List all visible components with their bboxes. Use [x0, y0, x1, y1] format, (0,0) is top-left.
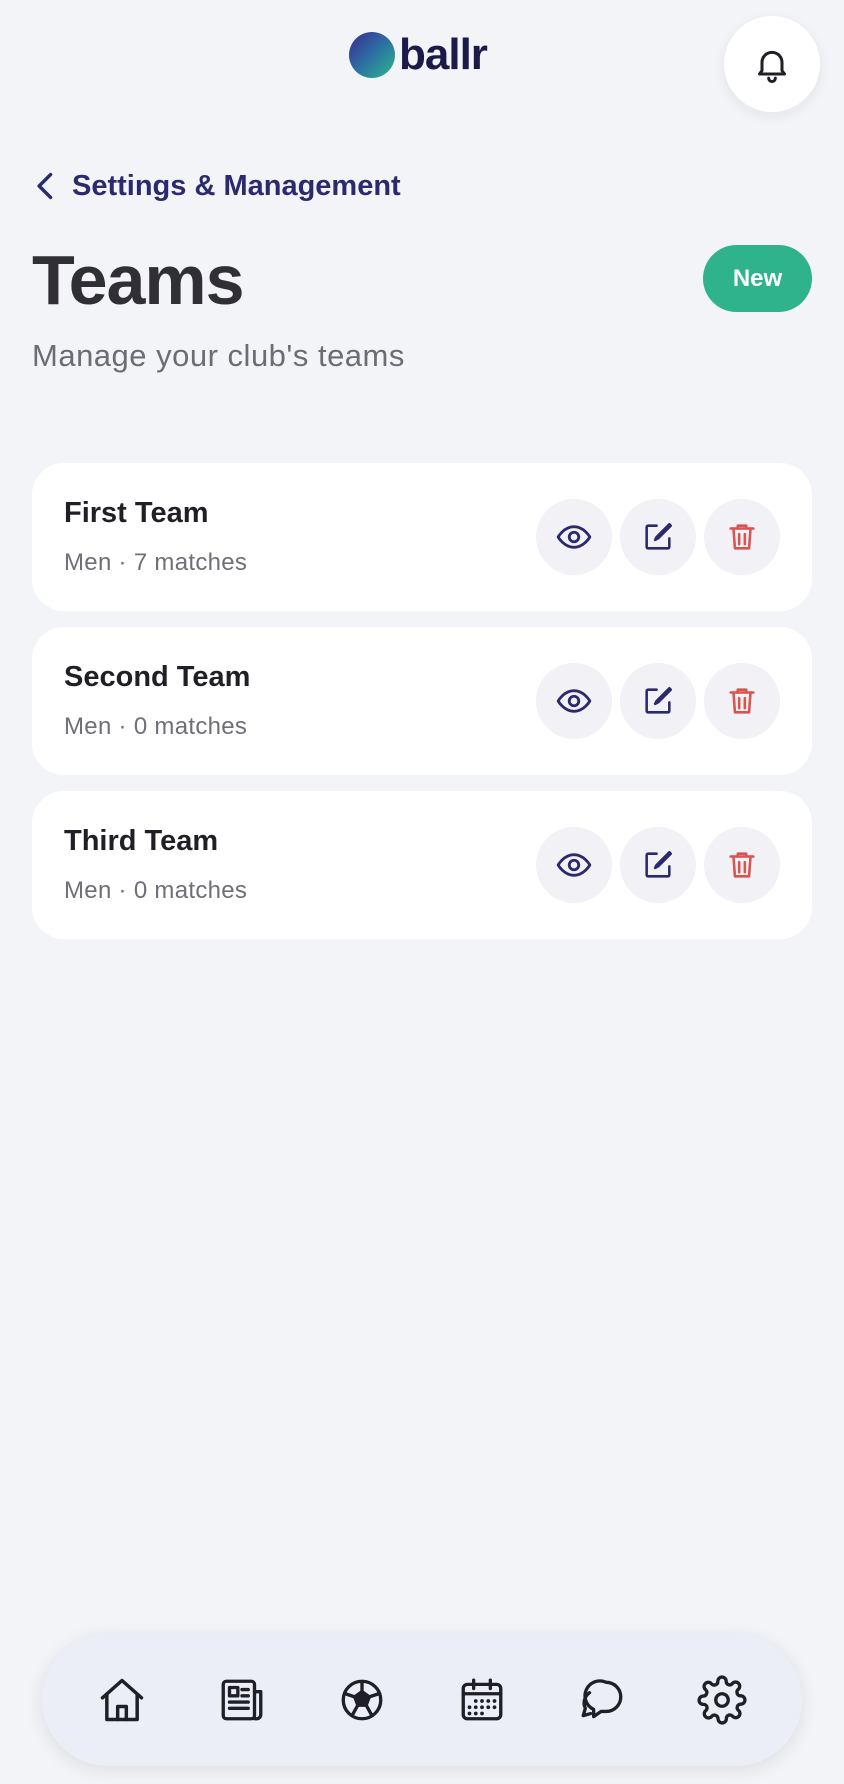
new-team-button[interactable]: New: [703, 245, 812, 312]
view-team-button[interactable]: [536, 499, 612, 575]
team-actions: [536, 499, 780, 575]
page-title: Teams: [32, 241, 245, 319]
nav-settings[interactable]: [684, 1662, 760, 1738]
trash-icon: [729, 524, 755, 550]
gear-icon: [697, 1675, 747, 1725]
team-card[interactable]: Third Team Men · 0 matches: [32, 791, 812, 939]
team-card[interactable]: Second Team Men · 0 matches: [32, 627, 812, 775]
edit-team-button[interactable]: [620, 499, 696, 575]
calendar-icon: [461, 1678, 503, 1721]
home-icon: [100, 1678, 144, 1722]
eye-icon: [556, 689, 592, 713]
football-icon: [341, 1679, 383, 1721]
nav-matches[interactable]: [324, 1662, 400, 1738]
edit-team-button[interactable]: [620, 827, 696, 903]
view-team-button[interactable]: [536, 827, 612, 903]
team-name: Third Team: [64, 825, 219, 857]
edit-icon: [645, 686, 673, 714]
team-meta: Men · 0 matches: [64, 877, 248, 904]
news-icon: [221, 1679, 263, 1721]
team-actions: [536, 827, 780, 903]
back-to-settings-link[interactable]: Settings & Management: [32, 164, 401, 208]
logo-text: ballr: [399, 30, 488, 79]
trash-icon: [729, 852, 755, 878]
notifications-button[interactable]: [724, 16, 820, 112]
edit-icon: [645, 522, 673, 550]
chat-icon: [581, 1679, 623, 1719]
trash-icon: [729, 688, 755, 714]
page-subtitle: Manage your club's teams: [32, 338, 405, 373]
app-logo[interactable]: ballr: [349, 30, 488, 80]
nav-home[interactable]: [84, 1662, 160, 1738]
bell-icon: [758, 50, 786, 83]
team-card[interactable]: First Team Men · 7 matches: [32, 463, 812, 611]
nav-chat[interactable]: [564, 1662, 640, 1738]
delete-team-button[interactable]: [704, 827, 780, 903]
team-actions: [536, 663, 780, 739]
delete-team-button[interactable]: [704, 663, 780, 739]
team-meta: Men · 0 matches: [64, 713, 248, 740]
team-name: First Team: [64, 497, 209, 529]
eye-icon: [556, 853, 592, 877]
nav-news[interactable]: [204, 1662, 280, 1738]
team-name: Second Team: [64, 661, 251, 693]
view-team-button[interactable]: [536, 663, 612, 739]
edit-icon: [645, 850, 673, 878]
edit-team-button[interactable]: [620, 663, 696, 739]
chevron-left-icon: [37, 172, 53, 200]
team-list: First Team Men · 7 matches Second Team M…: [32, 463, 812, 955]
team-meta: Men · 7 matches: [64, 549, 248, 576]
back-label: Settings & Management: [72, 169, 401, 202]
nav-calendar[interactable]: [444, 1662, 520, 1738]
delete-team-button[interactable]: [704, 499, 780, 575]
eye-icon: [556, 525, 592, 549]
logo-mark-icon: [349, 32, 395, 78]
top-bar: ballr: [0, 0, 844, 130]
bottom-nav: [42, 1634, 802, 1766]
